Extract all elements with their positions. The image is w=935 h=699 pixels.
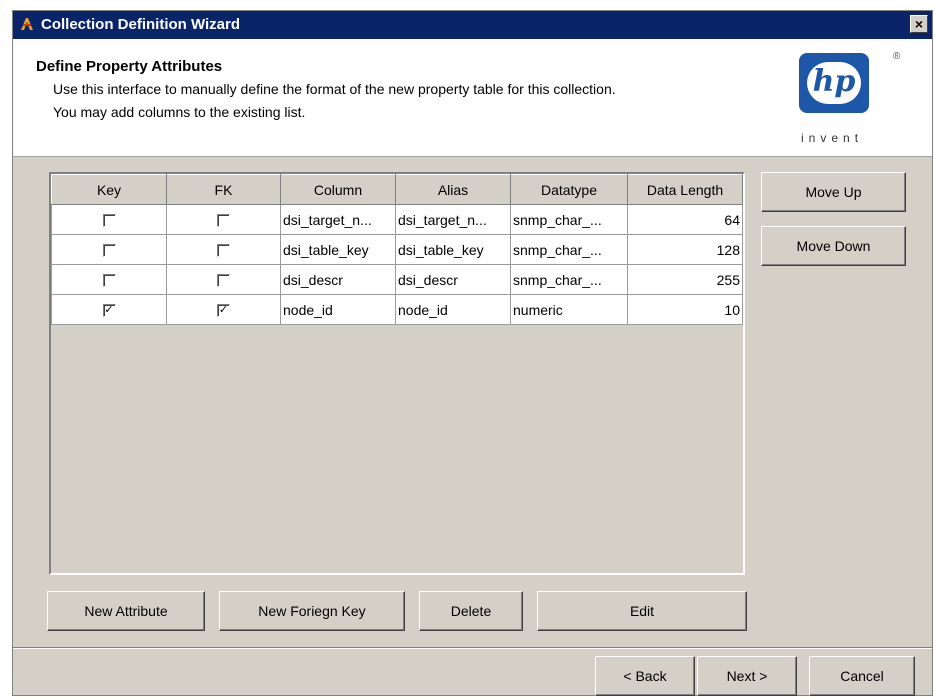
fk-checkbox[interactable] — [217, 214, 230, 228]
key-checkbox[interactable] — [102, 244, 116, 258]
alias-cell[interactable]: dsi_descr — [395, 264, 511, 295]
alias-cell[interactable]: dsi_target_n... — [395, 204, 511, 235]
footer-divider — [13, 647, 932, 649]
column-cell[interactable]: dsi_descr — [280, 264, 396, 295]
column-cell[interactable]: dsi_target_n... — [280, 204, 396, 235]
app-icon — [21, 18, 33, 30]
close-icon[interactable]: × — [910, 15, 928, 33]
wizard-window: Collection Definition Wizard × Define Pr… — [12, 10, 933, 696]
edit-button[interactable]: Edit — [537, 591, 747, 631]
move-up-button[interactable]: Move Up — [761, 172, 906, 212]
key-checkbox[interactable]: ✓ — [102, 304, 116, 318]
data-length-cell[interactable]: 10 — [627, 294, 743, 325]
table-row[interactable]: dsi_descr dsi_descr snmp_char_... 255 — [51, 264, 743, 295]
wizard-header: Define Property Attributes Use this inte… — [13, 39, 932, 157]
fk-checkbox[interactable]: ✓ — [217, 304, 230, 318]
datatype-cell[interactable]: snmp_char_... — [510, 204, 628, 235]
new-attribute-button[interactable]: New Attribute — [47, 591, 205, 631]
page-description-line2: You may add columns to the existing list… — [53, 104, 306, 120]
page-description-line1: Use this interface to manually define th… — [53, 81, 616, 97]
column-header-data-length[interactable]: Data Length — [627, 174, 743, 205]
hp-logo-tagline: invent — [801, 131, 864, 145]
data-length-cell[interactable]: 64 — [627, 204, 743, 235]
registered-mark: ® — [893, 51, 901, 62]
column-cell[interactable]: dsi_table_key — [280, 234, 396, 265]
back-button[interactable]: < Back — [595, 656, 695, 696]
column-header-key[interactable]: Key — [51, 174, 167, 205]
table-header-row: Key FK Column Alias Datatype Data Length — [51, 174, 743, 205]
cancel-button[interactable]: Cancel — [809, 656, 915, 696]
column-cell[interactable]: node_id — [280, 294, 396, 325]
data-length-cell[interactable]: 128 — [627, 234, 743, 265]
attributes-table: Key FK Column Alias Datatype Data Length… — [51, 174, 743, 325]
column-header-column[interactable]: Column — [280, 174, 396, 205]
alias-cell[interactable]: dsi_table_key — [395, 234, 511, 265]
table-row[interactable]: ✓ ✓ node_id node_id numeric 10 — [51, 294, 743, 325]
hp-logo: hp ® invent — [793, 49, 903, 149]
key-checkbox[interactable] — [102, 214, 116, 228]
datatype-cell[interactable]: snmp_char_... — [510, 264, 628, 295]
datatype-cell[interactable]: snmp_char_... — [510, 234, 628, 265]
window-title: Collection Definition Wizard — [41, 16, 241, 33]
hp-logo-badge: hp — [799, 53, 869, 113]
column-header-datatype[interactable]: Datatype — [510, 174, 628, 205]
new-foreign-key-button[interactable]: New Foriegn Key — [219, 591, 405, 631]
fk-checkbox[interactable] — [217, 244, 230, 258]
fk-checkbox[interactable] — [217, 274, 230, 288]
key-checkbox[interactable] — [102, 274, 116, 288]
next-button[interactable]: Next > — [697, 656, 797, 696]
title-bar: Collection Definition Wizard × — [13, 11, 932, 39]
data-length-cell[interactable]: 255 — [627, 264, 743, 295]
table-row[interactable]: dsi_target_n... dsi_target_n... snmp_cha… — [51, 204, 743, 235]
attributes-table-frame[interactable]: Key FK Column Alias Datatype Data Length… — [49, 172, 745, 575]
delete-button[interactable]: Delete — [419, 591, 523, 631]
page-title: Define Property Attributes — [36, 58, 223, 75]
datatype-cell[interactable]: numeric — [510, 294, 628, 325]
alias-cell[interactable]: node_id — [395, 294, 511, 325]
hp-logo-mark: hp — [812, 64, 856, 99]
column-header-alias[interactable]: Alias — [395, 174, 511, 205]
column-header-fk[interactable]: FK — [166, 174, 281, 205]
move-down-button[interactable]: Move Down — [761, 226, 906, 266]
table-row[interactable]: dsi_table_key dsi_table_key snmp_char_..… — [51, 234, 743, 265]
